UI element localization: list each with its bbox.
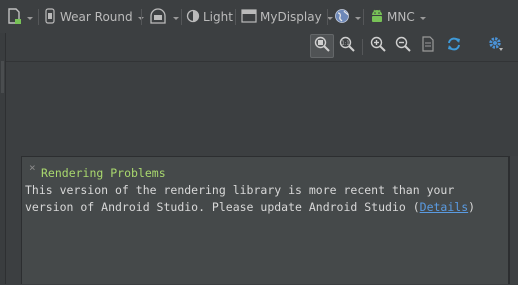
message-line-2: version of Android Studio. Please update… <box>25 200 420 214</box>
zoom-fit-icon: 1:1 <box>339 36 355 56</box>
zoom-out-icon <box>395 36 411 56</box>
zoom-in-button[interactable] <box>366 34 390 58</box>
message-line-1: This version of the rendering library is… <box>25 183 455 197</box>
panel-title: Rendering Problems <box>41 166 166 180</box>
rendering-problems-panel: × Rendering Problems This version of the… <box>21 156 509 284</box>
orientation-button[interactable] <box>148 6 179 28</box>
details-link[interactable]: Details <box>420 200 468 214</box>
orientation-icon <box>148 7 168 28</box>
device-selector[interactable]: Wear Round <box>43 6 144 28</box>
locale-selector[interactable] <box>334 6 361 28</box>
api-label: MNC <box>387 10 415 24</box>
device-label: Wear Round <box>60 10 133 24</box>
globe-icon <box>334 8 350 27</box>
activity-icon <box>241 8 257 27</box>
watch-icon <box>43 7 57 27</box>
svg-text:1:1: 1:1 <box>341 41 349 47</box>
zoom-actual-button[interactable] <box>310 34 334 58</box>
activity-selector[interactable]: MyDisplay <box>241 6 333 28</box>
message-line-2-end: ) <box>468 200 476 214</box>
layout-editor: Wear Round Light MyDisplay MNC 1:1 × Ren… <box>0 0 518 285</box>
zoom-toolbar: 1:1 <box>0 33 518 60</box>
settings-icon <box>488 36 504 56</box>
close-icon[interactable]: × <box>29 162 36 173</box>
android-icon <box>370 8 384 27</box>
new-layout-button[interactable] <box>6 6 33 28</box>
configuration-toolbar: Wear Round Light MyDisplay MNC <box>0 0 518 33</box>
page-button[interactable] <box>416 34 440 58</box>
settings-button[interactable] <box>484 34 508 58</box>
refresh-icon <box>446 36 462 56</box>
theme-icon <box>186 9 200 26</box>
refresh-button[interactable] <box>442 34 466 58</box>
activity-label: MyDisplay <box>260 10 322 24</box>
canvas-scrollbar[interactable] <box>509 156 518 284</box>
theme-selector[interactable]: Light <box>186 6 233 28</box>
document-icon <box>6 7 22 28</box>
page-icon <box>421 36 435 56</box>
zoom-actual-icon <box>314 36 330 56</box>
api-level-selector[interactable]: MNC <box>370 6 426 28</box>
zoom-fit-button[interactable]: 1:1 <box>335 34 359 58</box>
zoom-out-button[interactable] <box>391 34 415 58</box>
zoom-in-icon <box>370 36 386 56</box>
theme-label: Light <box>203 10 233 24</box>
panel-message: This version of the rendering library is… <box>25 182 475 216</box>
